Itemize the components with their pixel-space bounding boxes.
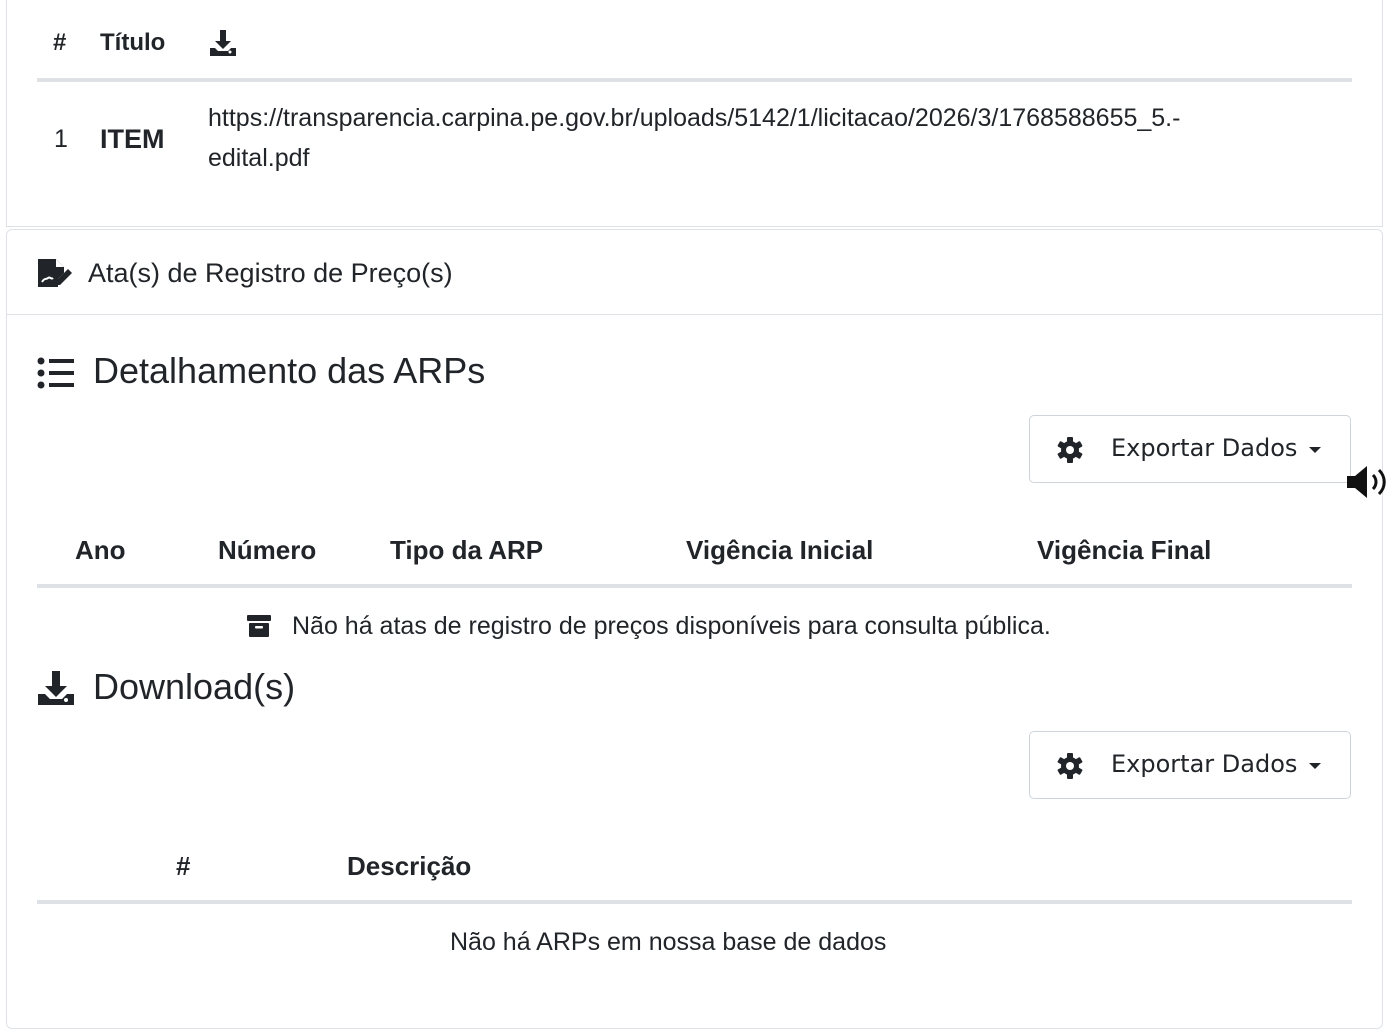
row-title: ITEM bbox=[100, 124, 165, 154]
gear-icon bbox=[1056, 436, 1084, 470]
card-header-title: Ata(s) de Registro de Preço(s) bbox=[88, 258, 453, 288]
column-header-number: # bbox=[176, 851, 191, 881]
card-header: Ata(s) de Registro de Preço(s) bbox=[7, 230, 1382, 315]
column-header-number: Número bbox=[218, 535, 317, 565]
column-header-arp-type: Tipo da ARP bbox=[390, 535, 544, 565]
export-data-label: Exportar Dados bbox=[1111, 434, 1298, 462]
table-header-divider bbox=[37, 78, 1352, 82]
empty-state-message: Não há atas de registro de preços dispon… bbox=[292, 612, 1051, 640]
column-header-year: Ano bbox=[75, 535, 126, 565]
caret-down-icon bbox=[1309, 763, 1321, 769]
list-icon bbox=[37, 356, 75, 395]
section-title-details: Detalhamento das ARPs bbox=[93, 350, 486, 391]
empty-state-message: Não há ARPs em nossa base de dados bbox=[450, 928, 887, 956]
column-header-initial-validity: Vigência Inicial bbox=[686, 535, 874, 565]
column-header-number: # bbox=[53, 29, 67, 56]
column-header-title: Título bbox=[100, 29, 166, 56]
download-icon bbox=[36, 669, 76, 712]
document-link-line1[interactable]: https://transparencia.carpina.pe.gov.br/… bbox=[208, 104, 1180, 133]
table-header-divider bbox=[37, 584, 1352, 588]
export-data-button[interactable]: Exportar Dados bbox=[1029, 415, 1351, 483]
archive-icon bbox=[246, 614, 272, 643]
file-signature-icon bbox=[36, 257, 74, 294]
column-header-final-validity: Vigência Final bbox=[1037, 535, 1212, 565]
row-number: 1 bbox=[54, 125, 68, 153]
export-data-button[interactable]: Exportar Dados bbox=[1029, 731, 1351, 799]
gear-icon bbox=[1056, 752, 1084, 786]
caret-down-icon bbox=[1309, 447, 1321, 453]
section-title-downloads: Download(s) bbox=[93, 666, 296, 707]
export-data-label: Exportar Dados bbox=[1111, 750, 1298, 778]
volume-icon[interactable] bbox=[1345, 462, 1389, 507]
document-link-line2[interactable]: edital.pdf bbox=[208, 144, 309, 173]
table-header-divider bbox=[37, 900, 1352, 904]
column-header-description: Descrição bbox=[347, 851, 472, 881]
download-icon bbox=[208, 28, 238, 63]
